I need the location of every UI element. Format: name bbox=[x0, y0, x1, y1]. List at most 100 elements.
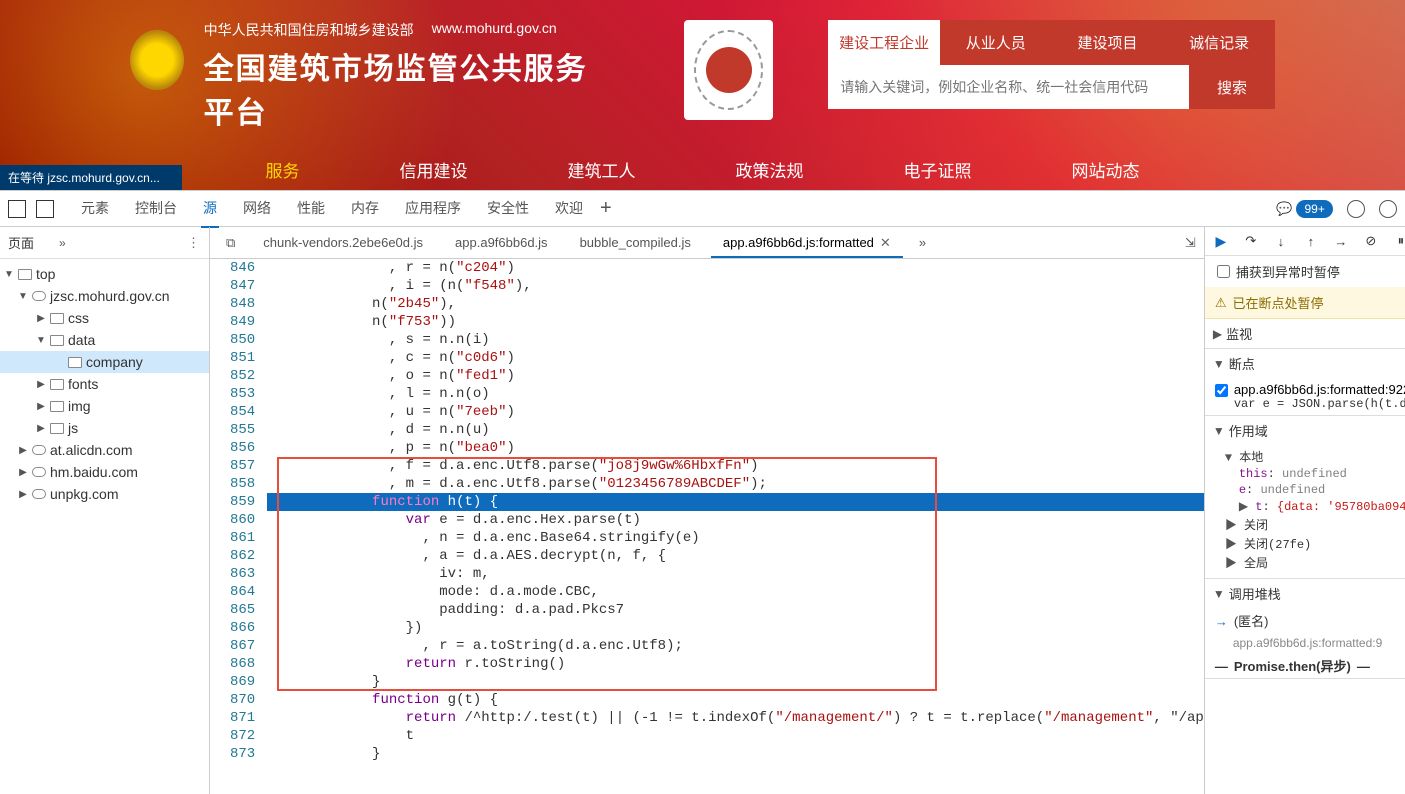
code-line[interactable]: padding: d.a.pad.Pkcs7 bbox=[267, 601, 1204, 619]
devtools-tab[interactable]: 控制台 bbox=[133, 190, 179, 228]
scope-closure-2[interactable]: 关闭(27fe) bbox=[1244, 538, 1311, 552]
code-line[interactable]: , r = a.toString(d.a.enc.Utf8); bbox=[267, 637, 1204, 655]
code-line[interactable]: , f = d.a.enc.Utf8.parse("jo8j9wGw%6Hbxf… bbox=[267, 457, 1204, 475]
nav-item-5[interactable]: 网站动态 bbox=[1072, 157, 1140, 182]
breakpoints-header[interactable]: 断点 bbox=[1229, 354, 1255, 373]
tree-item[interactable]: ▶at.alicdn.com bbox=[0, 439, 209, 461]
callstack-frame[interactable]: (匿名) bbox=[1234, 611, 1269, 630]
code-line[interactable]: function g(t) { bbox=[267, 691, 1204, 709]
code-line[interactable]: , o = n("fed1") bbox=[267, 367, 1204, 385]
tree-item[interactable]: ▼top bbox=[0, 263, 209, 285]
history-nav-icon[interactable]: ⧉ bbox=[218, 227, 243, 258]
search-input[interactable] bbox=[828, 65, 1189, 109]
code-line[interactable]: var e = d.a.enc.Hex.parse(t) bbox=[267, 511, 1204, 529]
step-out-button[interactable]: ↑ bbox=[1303, 233, 1319, 249]
search-tab-1[interactable]: 从业人员 bbox=[940, 20, 1052, 65]
scope-header[interactable]: 作用域 bbox=[1229, 421, 1268, 440]
tree-item[interactable]: ▼data bbox=[0, 329, 209, 351]
issues-badge[interactable]: 💬99+ bbox=[1276, 200, 1333, 218]
devtools-tab[interactable]: 内存 bbox=[349, 190, 381, 228]
deactivate-bp-button[interactable]: ⊘ bbox=[1363, 233, 1379, 249]
popout-icon[interactable]: ⇲ bbox=[1177, 227, 1204, 258]
file-tab[interactable]: app.a9f6bb6d.js bbox=[443, 227, 560, 258]
scope-local[interactable]: 本地 bbox=[1239, 451, 1263, 465]
tree-item[interactable]: ▼jzsc.mohurd.gov.cn bbox=[0, 285, 209, 307]
tree-item[interactable]: ▶unpkg.com bbox=[0, 483, 209, 505]
tree-item[interactable]: ▶css bbox=[0, 307, 209, 329]
code-line[interactable]: , l = n.n(o) bbox=[267, 385, 1204, 403]
devtools-tab[interactable]: 网络 bbox=[241, 190, 273, 228]
code-line[interactable]: function h(t) { bbox=[267, 493, 1204, 511]
step-over-button[interactable]: ↷ bbox=[1243, 233, 1259, 249]
nav-item-1[interactable]: 信用建设 bbox=[400, 157, 468, 182]
code-line[interactable]: , s = n.n(i) bbox=[267, 331, 1204, 349]
code-line[interactable]: } bbox=[267, 673, 1204, 691]
code-line[interactable]: , n = d.a.enc.Base64.stringify(e) bbox=[267, 529, 1204, 547]
search-tab-0[interactable]: 建设工程企业 bbox=[828, 20, 940, 65]
nav-item-2[interactable]: 建筑工人 bbox=[568, 157, 636, 182]
devtools-tab[interactable]: 源 bbox=[201, 190, 219, 228]
code-line[interactable]: t bbox=[267, 727, 1204, 745]
code-line[interactable]: , r = n("c204") bbox=[267, 259, 1204, 277]
step-button[interactable]: → bbox=[1333, 233, 1349, 249]
search-tab-3[interactable]: 诚信记录 bbox=[1163, 20, 1275, 65]
device-icon[interactable] bbox=[36, 200, 54, 218]
search-tab-2[interactable]: 建设项目 bbox=[1052, 20, 1164, 65]
scope-global[interactable]: 全局 bbox=[1244, 557, 1268, 571]
customize-icon[interactable] bbox=[1379, 200, 1397, 218]
navigator-more-icon[interactable]: ⋮ bbox=[187, 235, 201, 251]
code-line[interactable]: } bbox=[267, 745, 1204, 763]
resume-button[interactable]: ▶ bbox=[1213, 233, 1229, 249]
nav-item-4[interactable]: 电子证照 bbox=[904, 157, 972, 182]
code-line[interactable]: , a = d.a.AES.decrypt(n, f, { bbox=[267, 547, 1204, 565]
chevron-down-icon[interactable]: ▼ bbox=[1213, 587, 1225, 601]
settings-icon[interactable] bbox=[1347, 200, 1365, 218]
more-tabs-icon[interactable]: » bbox=[911, 227, 934, 258]
callstack-header[interactable]: 调用堆栈 bbox=[1229, 584, 1281, 603]
chevron-right-icon[interactable]: » bbox=[59, 236, 66, 250]
code-line[interactable]: return r.toString() bbox=[267, 655, 1204, 673]
file-tab[interactable]: app.a9f6bb6d.js:formatted✕ bbox=[711, 227, 903, 258]
close-icon[interactable]: ✕ bbox=[880, 235, 891, 250]
tree-item[interactable]: ▶js bbox=[0, 417, 209, 439]
tree-item[interactable]: ▶hm.baidu.com bbox=[0, 461, 209, 483]
nav-item-3[interactable]: 政策法规 bbox=[736, 157, 804, 182]
chevron-down-icon[interactable]: ▼ bbox=[1213, 424, 1225, 438]
scope-closure[interactable]: 关闭 bbox=[1244, 519, 1268, 533]
code-line[interactable]: return /^http:/.test(t) || (-1 != t.inde… bbox=[267, 709, 1204, 727]
scope-variable[interactable]: this: undefined bbox=[1225, 466, 1405, 482]
tree-item[interactable]: ▶img bbox=[0, 395, 209, 417]
chevron-right-icon[interactable]: ▶ bbox=[1213, 327, 1222, 341]
pause-exceptions-button[interactable]: ⏸ bbox=[1393, 233, 1405, 249]
code-line[interactable]: , i = (n("f548"), bbox=[267, 277, 1204, 295]
code-line[interactable]: iv: m, bbox=[267, 565, 1204, 583]
code-line[interactable]: }) bbox=[267, 619, 1204, 637]
breakpoint-checkbox[interactable] bbox=[1215, 384, 1228, 397]
chevron-down-icon[interactable]: ▼ bbox=[1213, 357, 1225, 371]
devtools-tab[interactable]: 应用程序 bbox=[403, 190, 463, 228]
code-line[interactable]: , p = n("bea0") bbox=[267, 439, 1204, 457]
search-button[interactable]: 搜索 bbox=[1189, 65, 1275, 109]
scope-variable[interactable]: e: undefined bbox=[1225, 482, 1405, 498]
inspect-icon[interactable] bbox=[8, 200, 26, 218]
code-line[interactable]: , u = n("7eeb") bbox=[267, 403, 1204, 421]
code-viewer[interactable]: 8468478488498508518528538548558568578588… bbox=[210, 259, 1204, 794]
code-line[interactable]: , m = d.a.enc.Utf8.parse("0123456789ABCD… bbox=[267, 475, 1204, 493]
tree-item[interactable]: company bbox=[0, 351, 209, 373]
page-tab-label[interactable]: 页面 bbox=[8, 233, 34, 252]
code-line[interactable]: , d = n.n(u) bbox=[267, 421, 1204, 439]
devtools-tab[interactable]: 性能 bbox=[295, 190, 327, 228]
callstack-location[interactable]: app.a9f6bb6d.js:formatted:9 bbox=[1233, 636, 1382, 650]
devtools-tab[interactable]: 元素 bbox=[79, 190, 111, 228]
devtools-tab[interactable]: 安全性 bbox=[485, 190, 531, 228]
step-into-button[interactable]: ↓ bbox=[1273, 233, 1289, 249]
devtools-tab[interactable]: 欢迎 bbox=[553, 190, 585, 228]
tree-item[interactable]: ▶fonts bbox=[0, 373, 209, 395]
watch-header[interactable]: 监视 bbox=[1226, 324, 1252, 343]
pause-exceptions-checkbox[interactable] bbox=[1217, 265, 1230, 278]
code-line[interactable]: n("f753")) bbox=[267, 313, 1204, 331]
scope-variable[interactable]: ▶ t: {data: '95780ba0943730 bbox=[1225, 498, 1405, 515]
code-line[interactable]: , c = n("c0d6") bbox=[267, 349, 1204, 367]
file-tab[interactable]: bubble_compiled.js bbox=[568, 227, 703, 258]
add-tab-icon[interactable]: + bbox=[595, 197, 617, 220]
